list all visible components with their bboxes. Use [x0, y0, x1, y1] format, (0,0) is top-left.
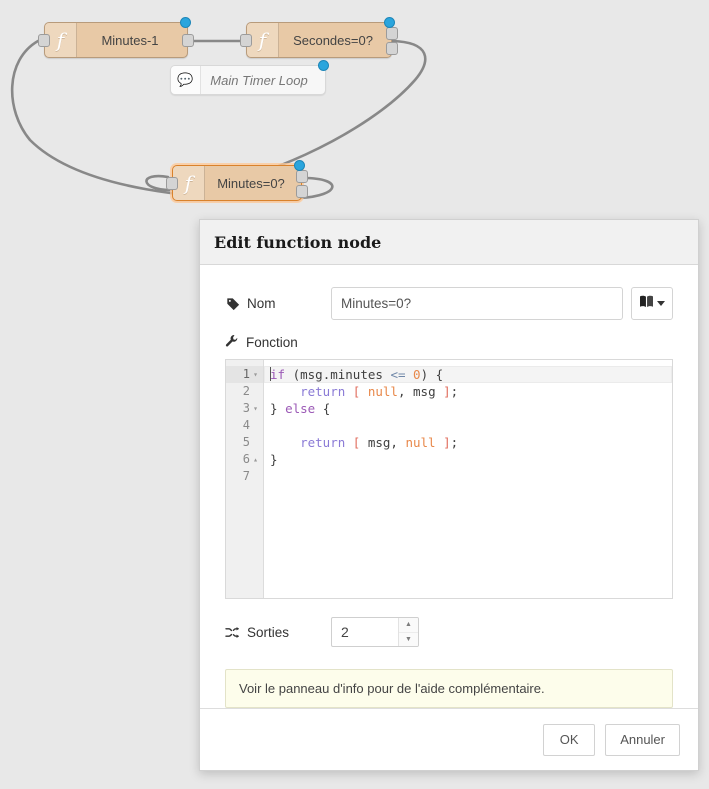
code-token: msg,	[360, 435, 406, 450]
gutter-line-5[interactable]: 5	[226, 434, 263, 451]
node-status-dot	[180, 17, 191, 28]
node-input-port[interactable]	[240, 34, 252, 47]
flow-comment-main-timer-loop[interactable]: 💬 Main Timer Loop	[170, 60, 329, 95]
code-token: ]	[443, 384, 451, 399]
flow-node-label: Minutes-1	[101, 32, 159, 48]
code-token: <=	[382, 367, 414, 382]
flow-node-minutes-0[interactable]: f Minutes=0?	[166, 160, 308, 201]
node-output-port-2[interactable]	[386, 42, 398, 55]
node-output-port-1[interactable]	[296, 170, 308, 183]
code-line-5[interactable]: return [ msg, null ];	[270, 434, 672, 451]
library-dropdown-button[interactable]	[631, 287, 673, 320]
comment-bubble-icon: 💬	[171, 66, 201, 94]
gutter-line-2[interactable]: 2	[226, 383, 263, 400]
edit-function-node-dialog: Edit function node Nom Minutes=0? Foncti…	[199, 219, 699, 771]
stepper-up-button[interactable]: ▲	[399, 618, 418, 633]
help-tip-text: Voir le panneau d'info pour de l'aide co…	[239, 681, 545, 696]
shuffle-icon	[225, 626, 240, 639]
fold-toggle-icon[interactable]: ▾	[251, 366, 260, 383]
dialog-footer: OK Annuler	[200, 708, 698, 770]
node-status-dot	[294, 160, 305, 171]
wrench-icon	[225, 334, 239, 351]
gutter-line-7[interactable]: 7	[226, 468, 263, 485]
function-code-editor[interactable]: 1 ▾ 2 3 ▾ 4 5 6 ▴ 7 if (msg.minutes <= 0) { retur…	[225, 359, 673, 599]
code-line-3[interactable]: } else {	[270, 400, 672, 417]
fold-toggle-icon[interactable]: ▴	[251, 451, 260, 468]
code-token: (	[285, 367, 301, 382]
function-label-text: Fonction	[246, 335, 298, 350]
code-token: return	[300, 384, 346, 399]
gutter-line-3[interactable]: 3 ▾	[226, 400, 263, 417]
code-token: null	[367, 384, 398, 399]
flow-node-label: Secondes=0?	[293, 32, 373, 48]
code-token: ]	[443, 435, 451, 450]
book-icon	[639, 295, 654, 313]
node-output-port-1[interactable]	[386, 27, 398, 40]
node-status-dot	[318, 60, 329, 71]
outputs-row: Sorties 2 ▲ ▼	[225, 617, 673, 647]
code-token: , msg	[397, 384, 444, 399]
code-line-6[interactable]: }	[270, 451, 672, 468]
name-label-text: Nom	[247, 296, 276, 311]
gutter-line-6[interactable]: 6 ▴	[226, 451, 263, 468]
code-token: }	[270, 401, 286, 416]
function-label: Fonction	[225, 334, 673, 351]
node-output-port[interactable]	[182, 34, 194, 47]
flow-node-secondes-0[interactable]: f Secondes=0?	[240, 17, 398, 58]
dialog-header: Edit function node	[200, 220, 698, 265]
flow-comment-label: Main Timer Loop	[210, 72, 308, 88]
code-token: else	[285, 401, 316, 416]
ok-button[interactable]: OK	[543, 723, 596, 756]
code-line-4[interactable]	[270, 417, 672, 434]
code-token: return	[300, 435, 346, 450]
code-token: {	[315, 401, 331, 416]
code-token: 0	[413, 367, 421, 382]
flow-node-label: Minutes=0?	[217, 175, 285, 191]
name-row: Nom	[225, 287, 673, 320]
node-input-port[interactable]	[38, 34, 50, 47]
outputs-label-text: Sorties	[247, 624, 290, 640]
stepper-down-button[interactable]: ▼	[399, 633, 418, 647]
flow-node-minutes-1[interactable]: f Minutes-1	[38, 17, 194, 58]
tag-icon	[225, 297, 240, 311]
code-line-2[interactable]: return [ null, msg ];	[270, 383, 672, 400]
dialog-body: Nom Fonction	[200, 265, 698, 708]
gutter-line-4[interactable]: 4	[226, 417, 263, 434]
outputs-stepper[interactable]: 2 ▲ ▼	[331, 617, 419, 647]
code-line-1[interactable]: if (msg.minutes <= 0) {	[264, 366, 672, 383]
outputs-value[interactable]: 2	[332, 618, 398, 646]
code-token: null	[405, 435, 436, 450]
help-tip-box: Voir le panneau d'info pour de l'aide co…	[225, 669, 673, 708]
editor-gutter: 1 ▾ 2 3 ▾ 4 5 6 ▴ 7	[226, 360, 264, 598]
code-token: if	[270, 367, 286, 382]
name-label: Nom	[225, 296, 331, 311]
node-input-port[interactable]	[166, 177, 178, 190]
editor-code-area[interactable]: if (msg.minutes <= 0) { return [ null, m…	[264, 360, 672, 598]
code-line-7[interactable]	[270, 468, 672, 485]
node-status-dot	[384, 17, 395, 28]
fold-toggle-icon[interactable]: ▾	[251, 400, 260, 417]
code-token: ) {	[420, 367, 444, 382]
code-token: ;	[450, 384, 459, 399]
node-name-input[interactable]	[331, 287, 623, 320]
outputs-label: Sorties	[225, 625, 331, 640]
stepper-buttons[interactable]: ▲ ▼	[398, 618, 418, 646]
gutter-line-1[interactable]: 1 ▾	[226, 366, 263, 383]
code-token: }	[270, 452, 278, 467]
chevron-down-icon	[657, 301, 665, 306]
code-token: msg.minutes	[300, 367, 383, 382]
dialog-title: Edit function node	[214, 232, 382, 252]
node-output-port-2[interactable]	[296, 185, 308, 198]
cancel-button[interactable]: Annuler	[605, 723, 680, 756]
code-token: ;	[450, 435, 459, 450]
